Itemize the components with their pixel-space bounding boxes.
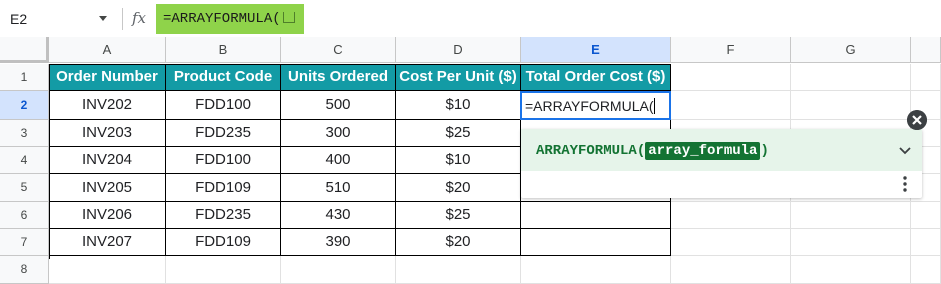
table-cell[interactable]: FDD109	[166, 229, 281, 256]
formula-text: =ARRAYFORMULA(	[163, 11, 281, 27]
close-icon[interactable]	[907, 110, 927, 130]
formula-help-popup: ARRAYFORMULA(array_formula)	[521, 129, 922, 198]
cell-f6[interactable]	[671, 202, 791, 229]
table-cell[interactable]: 510	[281, 174, 396, 202]
table-cell[interactable]: INV204	[49, 147, 166, 174]
table-header-cell[interactable]: Total Order Cost ($)	[521, 64, 671, 91]
cell-g7[interactable]	[791, 229, 911, 256]
table-header-cell[interactable]: Cost Per Unit ($)	[396, 64, 521, 91]
fx-icon: fx	[132, 9, 147, 27]
table-header-cell[interactable]: Order Number	[49, 64, 166, 91]
cell-overflow	[911, 256, 941, 284]
cell-overflow	[911, 229, 941, 256]
active-cell-text[interactable]: =ARRAYFORMULA(	[525, 95, 656, 117]
column-header-g[interactable]: G	[791, 37, 911, 63]
chevron-down-icon[interactable]	[96, 11, 110, 25]
table-cell[interactable]: $20	[396, 229, 521, 256]
table-cell[interactable]: FDD100	[166, 147, 281, 174]
table-cell[interactable]: INV206	[49, 202, 166, 229]
row-header-6[interactable]: 6	[0, 202, 49, 229]
table-cell[interactable]: FDD100	[166, 91, 281, 120]
cell-overflow	[911, 202, 941, 229]
select-all-corner[interactable]	[0, 37, 49, 63]
table-header-cell[interactable]: Product Code	[166, 64, 281, 91]
cell-f8[interactable]	[671, 256, 791, 284]
function-signature-row[interactable]: ARRAYFORMULA(array_formula)	[521, 129, 922, 171]
table-cell[interactable]: 430	[281, 202, 396, 229]
function-name: ARRAYFORMULA(	[536, 143, 646, 159]
table-header-cell[interactable]: Units Ordered	[281, 64, 396, 91]
row-header-4[interactable]: 4	[0, 147, 49, 174]
cell-overflow	[911, 64, 941, 91]
row-header-3[interactable]: 3	[0, 120, 49, 147]
cell-g8[interactable]	[791, 256, 911, 284]
table-cell[interactable]: 390	[281, 229, 396, 256]
more-vert-icon[interactable]	[897, 175, 913, 193]
column-header-b[interactable]: B	[166, 37, 281, 63]
column-header-c[interactable]: C	[281, 37, 396, 63]
row-header-7[interactable]: 7	[0, 229, 49, 256]
table-cell[interactable]: FDD235	[166, 120, 281, 147]
cell-g1[interactable]	[791, 64, 911, 91]
row-header-8[interactable]: 8	[0, 256, 49, 284]
cell-e7[interactable]	[521, 229, 671, 256]
function-closing: )	[760, 143, 769, 159]
table-cell[interactable]: INV203	[49, 120, 166, 147]
formula-bar-divider	[122, 8, 123, 30]
cell-d8[interactable]	[396, 256, 521, 284]
cell-c8[interactable]	[281, 256, 396, 284]
row-header-2[interactable]: 2	[0, 91, 49, 120]
name-box[interactable]: E2	[10, 9, 100, 29]
column-header-e[interactable]: E	[521, 37, 671, 63]
formula-input[interactable]: =ARRAYFORMULA(	[163, 9, 295, 29]
function-signature: ARRAYFORMULA(array_formula)	[536, 141, 769, 161]
formula-bar: E2 fx =ARRAYFORMULA(	[0, 0, 941, 38]
table-cell[interactable]: FDD109	[166, 174, 281, 202]
cell-a8[interactable]	[49, 256, 166, 284]
table-cell[interactable]: INV202	[49, 91, 166, 120]
cell-e6[interactable]	[521, 202, 671, 229]
table-cell[interactable]: 400	[281, 147, 396, 174]
active-cell-formula: =ARRAYFORMULA(	[525, 98, 654, 114]
argument-hint-icon	[282, 12, 295, 23]
column-header-f[interactable]: F	[671, 37, 791, 63]
row-header-1[interactable]: 1	[0, 64, 49, 91]
table-cell[interactable]: 300	[281, 120, 396, 147]
column-header-overflow	[911, 37, 941, 63]
cell-e8[interactable]	[521, 256, 671, 284]
table-cell[interactable]: $20	[396, 174, 521, 202]
cell-f7[interactable]	[671, 229, 791, 256]
cell-b8[interactable]	[166, 256, 281, 284]
function-argument: array_formula	[645, 142, 761, 160]
cell-g6[interactable]	[791, 202, 911, 229]
table-cell[interactable]: INV205	[49, 174, 166, 202]
column-header-a[interactable]: A	[49, 37, 166, 63]
column-header-d[interactable]: D	[396, 37, 521, 63]
row-header-5[interactable]: 5	[0, 174, 49, 202]
cell-f1[interactable]	[671, 64, 791, 91]
table-cell[interactable]: 500	[281, 91, 396, 120]
table-cell[interactable]: INV207	[49, 229, 166, 256]
table-cell[interactable]: FDD235	[166, 202, 281, 229]
cell-f2[interactable]	[671, 91, 791, 120]
table-cell[interactable]: $25	[396, 202, 521, 229]
table-cell[interactable]: $10	[396, 147, 521, 174]
table-cell[interactable]: $10	[396, 91, 521, 120]
text-caret	[654, 98, 656, 114]
table-cell[interactable]: $25	[396, 120, 521, 147]
expand-icon[interactable]	[897, 142, 913, 158]
cell-g2[interactable]	[791, 91, 911, 120]
